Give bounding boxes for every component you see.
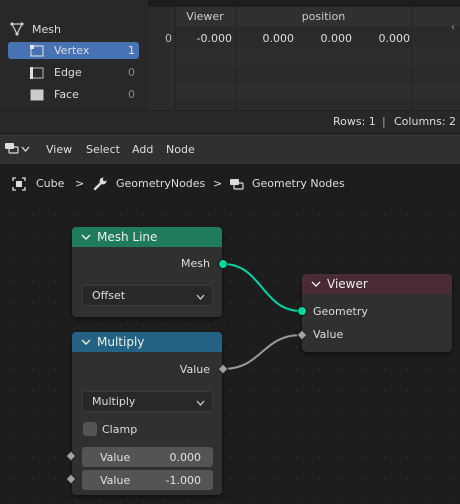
- domain-item-face[interactable]: Face 0: [8, 86, 139, 103]
- node-header[interactable]: Multiply: [72, 332, 222, 352]
- node-title: Mesh Line: [97, 230, 158, 244]
- table-cell: 0.000: [320, 32, 353, 45]
- table-cell: 0.000: [378, 32, 411, 45]
- chevron-down-icon[interactable]: [311, 277, 321, 291]
- value-field-1[interactable]: Value 0.000: [82, 447, 213, 467]
- domain-item-vertex[interactable]: Vertex 1: [8, 42, 139, 59]
- spreadsheet-table[interactable]: Viewer position 0 -0.000 0.000 0.000 0.0…: [148, 0, 460, 110]
- chevron-down-icon[interactable]: [81, 230, 91, 244]
- chevron-down-icon: [21, 143, 30, 156]
- node-editor-header: View Select Add Node: [0, 133, 460, 164]
- face-icon: [30, 89, 44, 101]
- dropdown-value: Offset: [92, 289, 126, 302]
- domain-panel: Mesh Vertex 1 Edge 0 Face 0: [0, 0, 148, 110]
- vertex-icon: [30, 44, 44, 57]
- column-header-label: Viewer: [186, 10, 224, 23]
- menu-view[interactable]: View: [46, 143, 72, 156]
- dropdown-value: Multiply: [92, 395, 136, 408]
- node-multiply[interactable]: Multiply Value Multiply Clamp Value 0.00…: [72, 332, 222, 495]
- domain-item-label: Edge: [54, 66, 82, 79]
- node-mesh-line[interactable]: Mesh Line Mesh Offset: [72, 227, 222, 317]
- value-field-2[interactable]: Value -1.000: [82, 470, 213, 490]
- chevron-left-icon[interactable]: ‹: [451, 22, 455, 33]
- menu-select[interactable]: Select: [86, 143, 120, 156]
- column-header-label: position: [301, 10, 346, 23]
- breadcrumb-separator: >: [213, 177, 223, 190]
- status-bar: Rows: 1 | Columns: 2: [0, 110, 460, 133]
- spreadsheet-editor: Mesh Vertex 1 Edge 0 Face 0 Viewer posit…: [0, 0, 460, 133]
- domain-item-count: 0: [128, 88, 135, 101]
- status-rows: Rows: 1: [333, 115, 376, 128]
- node-title: Multiply: [97, 335, 145, 349]
- edge-icon: [30, 66, 44, 79]
- wrench-icon: [92, 176, 108, 195]
- status-columns: Columns: 2: [394, 115, 457, 128]
- node-title: Viewer: [327, 277, 368, 291]
- breadcrumb-object: Cube: [36, 177, 65, 190]
- operation-dropdown[interactable]: Multiply: [82, 391, 213, 412]
- domain-item-label: Face: [54, 88, 79, 101]
- column-header-position[interactable]: position: [236, 7, 411, 26]
- field-label: Value: [100, 450, 131, 464]
- node-tree-icon: [4, 141, 20, 158]
- chevron-down-icon: [196, 291, 205, 304]
- table-cell: 0.000: [262, 32, 295, 45]
- object-icon: [12, 177, 26, 194]
- input-label-value: Value: [313, 328, 344, 341]
- domain-item-count: 1: [128, 44, 135, 57]
- node-header[interactable]: Viewer: [302, 274, 452, 294]
- table-cell: -0.000: [196, 32, 232, 45]
- menu-add[interactable]: Add: [132, 143, 153, 156]
- domain-item-edge[interactable]: Edge 0: [8, 64, 139, 81]
- domain-item-label: Vertex: [54, 44, 90, 57]
- mesh-icon: [10, 22, 24, 36]
- chevron-down-icon: [196, 397, 205, 410]
- output-label-value: Value: [179, 363, 210, 376]
- node-viewer[interactable]: Viewer Geometry Value: [302, 274, 452, 352]
- menu-node[interactable]: Node: [166, 143, 195, 156]
- breadcrumb-separator: >: [75, 177, 85, 190]
- field-label: Value: [100, 473, 131, 487]
- socket-geometry-input[interactable]: [297, 306, 307, 316]
- chevron-down-icon[interactable]: [81, 335, 91, 349]
- breadcrumb-modifier: GeometryNodes: [116, 177, 206, 190]
- input-label-geometry: Geometry: [313, 305, 368, 318]
- breadcrumb-tree: Geometry Nodes: [252, 177, 345, 190]
- breadcrumb: Cube > GeometryNodes > Geometry Nodes: [0, 164, 460, 204]
- status-separator: |: [382, 115, 386, 128]
- node-tree-icon: [229, 177, 245, 194]
- domain-root-label: Mesh: [32, 23, 61, 36]
- socket-mesh-output[interactable]: [218, 259, 228, 269]
- clamp-label: Clamp: [102, 423, 138, 436]
- domain-item-count: 0: [128, 66, 135, 79]
- editor-type-button[interactable]: [4, 140, 34, 158]
- output-label-mesh: Mesh: [181, 257, 210, 270]
- column-header-viewer[interactable]: Viewer: [175, 7, 235, 26]
- field-value: -1.000: [165, 473, 201, 487]
- field-value: 0.000: [169, 450, 202, 464]
- clamp-checkbox[interactable]: [83, 422, 97, 436]
- row-index: 0: [165, 32, 172, 45]
- node-header[interactable]: Mesh Line: [72, 227, 222, 247]
- mode-dropdown[interactable]: Offset: [82, 285, 213, 306]
